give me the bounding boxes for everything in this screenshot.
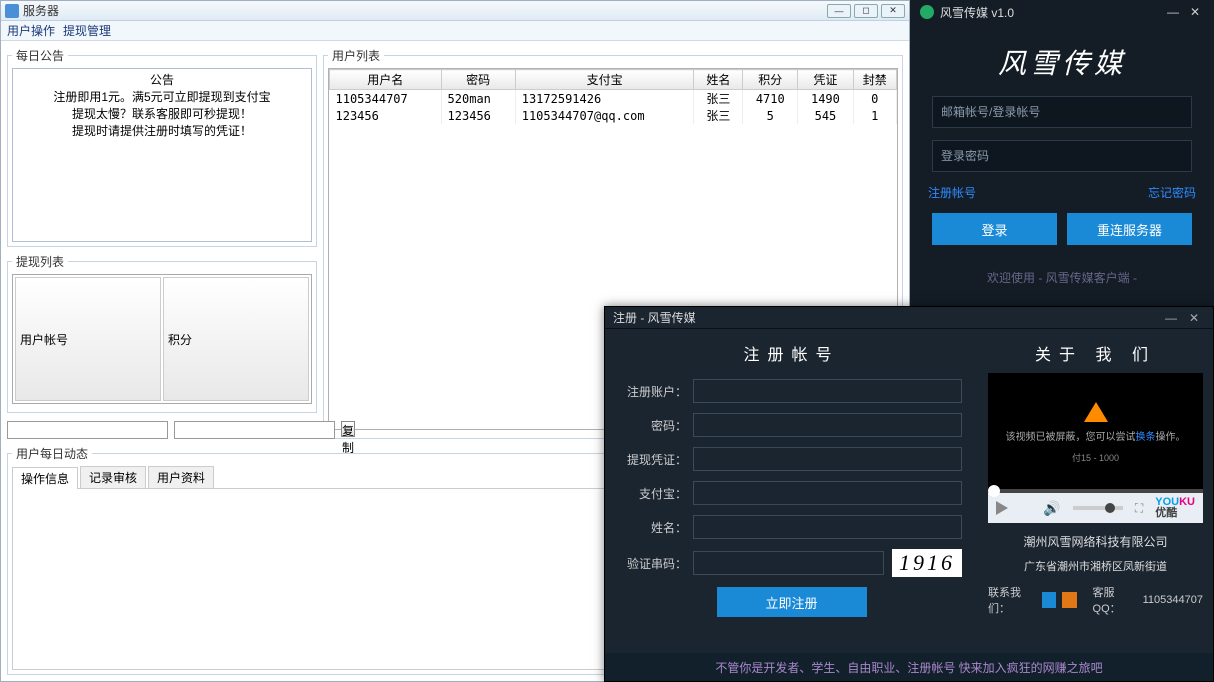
label-password: 密码： (621, 417, 693, 434)
video-area: 该视频已被屏蔽，您可以尝试换条操作。 付15 - 1000 (988, 373, 1203, 493)
tab-ops[interactable]: 操作信息 (12, 467, 78, 489)
warning-icon (1084, 402, 1108, 422)
server-menubar: 用户操作 提现管理 (1, 21, 909, 41)
video-time: 付15 - 1000 (1072, 451, 1119, 464)
reg-alipay-input[interactable] (693, 481, 962, 505)
announce-panel: 每日公告 公告 注册即用1元。满5元可立即提现到支付宝 提现太慢？联系客服即可秒… (7, 47, 317, 247)
copy-input-2[interactable] (174, 421, 335, 439)
reg-account-input[interactable] (693, 379, 962, 403)
reg-minimize-button[interactable]: — (1159, 311, 1183, 325)
register-title: 注册 - 风雪传媒 (613, 309, 696, 326)
password-input[interactable] (932, 140, 1192, 172)
server-titlebar: 服务器 — ◻ ✕ (1, 1, 909, 21)
register-form: 注册帐号 注册账户： 密码： 提现凭证： 支付宝： 姓名： 验证串码： 1916… (605, 329, 978, 653)
reg-submit-button[interactable]: 立即注册 (717, 587, 867, 617)
tab-audit[interactable]: 记录审核 (80, 466, 146, 488)
reg-name-input[interactable] (693, 515, 962, 539)
announce-text: 公告 注册即用1元。满5元可立即提现到支付宝 提现太慢？联系客服即可秒提现！ 提… (12, 68, 312, 242)
video-retry-link[interactable]: 换条 (1136, 432, 1156, 443)
video-error: 该视频已被屏蔽，您可以尝试换条操作。 (1006, 428, 1186, 443)
label-withdraw-cert: 提现凭证： (621, 451, 693, 468)
copy-row: 复制 (7, 419, 317, 439)
welcome-text: 欢迎使用 - 风雪传媒客户端 - (910, 255, 1214, 300)
register-window: 注册 - 风雪传媒 — ✕ 注册帐号 注册账户： 密码： 提现凭证： 支付宝： … (604, 306, 1214, 682)
label-alipay: 支付宝： (621, 485, 693, 502)
company-address: 广东省潮州市湘桥区凤新街道 (988, 558, 1203, 574)
fullscreen-icon[interactable]: ⛶ (1135, 501, 1143, 516)
client-titlebar: 风雪传媒 v1.0 — ✕ (910, 0, 1214, 24)
withdraw-table[interactable]: 用户帐号 积分 (12, 274, 312, 404)
col-points[interactable]: 积分 (743, 70, 798, 90)
service-label: 客服QQ： (1093, 584, 1137, 616)
wcol-user[interactable]: 用户帐号 (15, 277, 161, 401)
contact-icon-1[interactable] (1042, 592, 1056, 608)
user-table[interactable]: 用户名 密码 支付宝 姓名 积分 凭证 封禁 1105344707 520man… (329, 69, 897, 124)
contact-icon-2[interactable] (1062, 592, 1076, 608)
reg-cert-input[interactable] (693, 447, 962, 471)
register-titlebar: 注册 - 风雪传媒 — ✕ (605, 307, 1213, 329)
contact-row: 联系我们： 客服QQ： 1105344707 (988, 584, 1203, 616)
register-footer: 不管你是开发者、学生、自由职业、注册帐号 快来加入疯狂的网赚之旅吧 (605, 653, 1213, 681)
video-seekbar[interactable] (988, 489, 1203, 493)
client-title: 风雪传媒 v1.0 (940, 4, 1014, 21)
player-bar: 🔊 ⛶ YOUKU优酷 (988, 493, 1203, 523)
maximize-button[interactable]: ◻ (854, 4, 878, 18)
reg-password-input[interactable] (693, 413, 962, 437)
userlist-legend: 用户列表 (328, 47, 384, 64)
about-heading: 关于 我 们 (988, 341, 1203, 365)
copy-button[interactable]: 复制 (341, 421, 355, 437)
label-captcha: 验证串码： (621, 555, 693, 572)
company-name: 潮州风雪网络科技有限公司 (988, 533, 1203, 550)
col-alipay[interactable]: 支付宝 (515, 70, 694, 90)
volume-knob[interactable] (1105, 503, 1115, 513)
captcha-image[interactable]: 1916 (892, 549, 962, 577)
seek-knob[interactable] (988, 485, 1000, 497)
reg-captcha-input[interactable] (693, 551, 884, 575)
menu-user-ops[interactable]: 用户操作 (7, 22, 55, 39)
play-icon[interactable] (996, 501, 1008, 515)
contact-label: 联系我们： (988, 584, 1036, 616)
client-app-icon (920, 5, 934, 19)
client-close-button[interactable]: ✕ (1186, 4, 1204, 20)
wcol-points[interactable]: 积分 (163, 277, 309, 401)
copy-input-1[interactable] (7, 421, 168, 439)
forgot-link[interactable]: 忘记密码 (1148, 184, 1196, 201)
col-cert[interactable]: 凭证 (798, 70, 853, 90)
reg-close-button[interactable]: ✕ (1183, 311, 1205, 325)
reg-heading: 注册帐号 (621, 341, 962, 365)
announce-legend: 每日公告 (12, 47, 68, 64)
label-account: 注册账户： (621, 383, 693, 400)
table-row[interactable]: 1105344707 520man 13172591426 张三 4710 14… (330, 90, 897, 108)
app-icon (5, 4, 19, 18)
register-link[interactable]: 注册帐号 (928, 184, 976, 201)
account-input[interactable] (932, 96, 1192, 128)
withdraw-panel: 提现列表 用户帐号 积分 (7, 253, 317, 413)
youku-logo: YOUKU优酷 (1155, 497, 1195, 519)
col-username[interactable]: 用户名 (330, 70, 442, 90)
label-name: 姓名： (621, 519, 693, 536)
col-ban[interactable]: 封禁 (853, 70, 896, 90)
login-button[interactable]: 登录 (932, 213, 1057, 245)
table-row[interactable]: 123456 123456 1105344707@qq.com 张三 5 545… (330, 107, 897, 124)
col-name[interactable]: 姓名 (694, 70, 743, 90)
service-qq: 1105344707 (1143, 594, 1203, 606)
about-panel: 关于 我 们 该视频已被屏蔽，您可以尝试换条操作。 付15 - 1000 🔊 ⛶… (978, 329, 1213, 653)
daily-legend: 用户每日动态 (12, 445, 92, 462)
menu-withdraw-mgmt[interactable]: 提现管理 (63, 22, 111, 39)
col-password[interactable]: 密码 (441, 70, 515, 90)
server-title: 服务器 (23, 2, 59, 19)
client-minimize-button[interactable]: — (1164, 4, 1182, 20)
tab-profile[interactable]: 用户资料 (148, 466, 214, 488)
close-button[interactable]: ✕ (881, 4, 905, 18)
volume-slider[interactable] (1073, 506, 1123, 510)
client-logo: 风雪传媒 (910, 24, 1214, 96)
volume-icon[interactable]: 🔊 (1043, 500, 1060, 517)
minimize-button[interactable]: — (827, 4, 851, 18)
withdraw-legend: 提现列表 (12, 253, 68, 270)
login-form (910, 96, 1214, 184)
reconnect-button[interactable]: 重连服务器 (1067, 213, 1192, 245)
